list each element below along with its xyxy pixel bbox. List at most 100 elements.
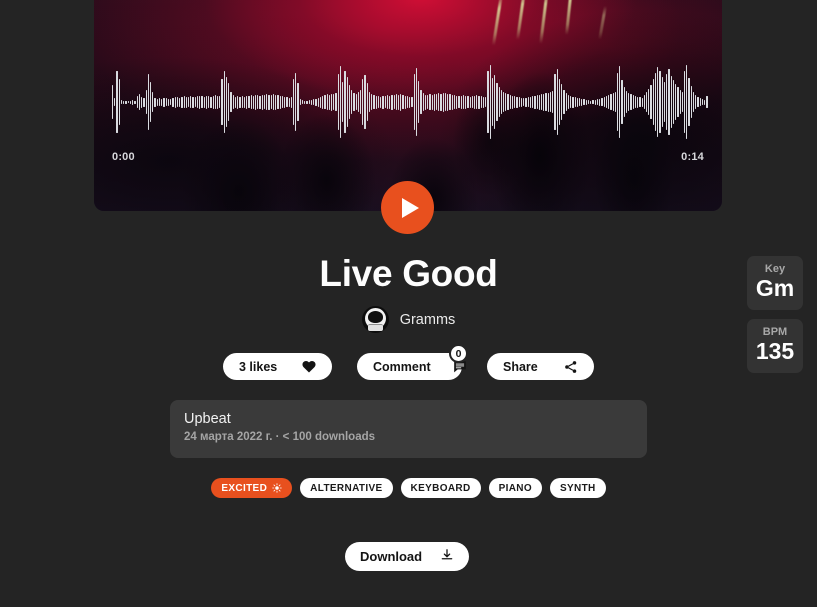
- waveform-bar: [170, 99, 172, 105]
- like-button[interactable]: 3 likes: [223, 353, 332, 380]
- waveform-bar: [190, 96, 192, 108]
- waveform-bar: [328, 94, 330, 110]
- waveform-bar: [616, 73, 619, 131]
- tag-keyboard[interactable]: KEYBOARD: [400, 478, 481, 498]
- waveform-bar: [637, 96, 639, 108]
- waveform-bar: [239, 96, 241, 108]
- tag-piano[interactable]: PIANO: [488, 478, 542, 498]
- waveform-bar: [610, 94, 612, 110]
- waveform-bar: [507, 94, 509, 110]
- waveform-bar: [619, 66, 621, 138]
- waveform-bar: [453, 95, 456, 109]
- waveform-bar: [534, 95, 536, 109]
- waveform-bar: [368, 92, 371, 112]
- waveform-bar: [630, 94, 632, 110]
- waveform-bar: [692, 92, 695, 112]
- waveform-bar: [313, 99, 315, 105]
- waveform-bar: [362, 79, 364, 125]
- waveform-bar: [364, 75, 366, 129]
- waveform-bar: [623, 87, 625, 117]
- waveform-bar: [581, 98, 583, 106]
- waveform-bar: [688, 78, 690, 126]
- tag-excited[interactable]: EXCITED: [211, 478, 293, 498]
- waveform-bar: [348, 85, 351, 119]
- waveform-bar: [654, 73, 657, 131]
- waveform-bar: [324, 95, 326, 109]
- waveform-bar: [174, 96, 176, 108]
- waveform-bar: [603, 97, 605, 107]
- waveform-bar: [471, 96, 473, 108]
- share-button[interactable]: Share: [487, 353, 594, 380]
- waveform-bar: [675, 84, 677, 120]
- waveform-bar: [578, 98, 581, 106]
- release-and-downloads-label: 24 марта 2022 г. · < 100 downloads: [184, 431, 376, 443]
- waveform-bar: [543, 93, 545, 111]
- download-button[interactable]: Download: [345, 542, 469, 571]
- waveform-bar: [516, 96, 518, 108]
- waveform-bar: [136, 96, 138, 108]
- share-icon: [564, 360, 578, 374]
- waveform-bar: [261, 94, 263, 110]
- waveform-bar: [614, 92, 616, 112]
- waveform-bar: [400, 93, 402, 111]
- waveform-bar: [284, 96, 286, 108]
- waveform-bar: [480, 96, 482, 108]
- waveform-bar: [489, 65, 491, 139]
- waveform-bar: [476, 95, 478, 109]
- waveform-bar: [435, 94, 438, 110]
- waveform-bar: [145, 90, 147, 114]
- waveform-bar: [250, 95, 252, 109]
- tag-alternative[interactable]: ALTERNATIVE: [300, 478, 393, 498]
- waveform-bar: [433, 93, 435, 111]
- waveform-bar: [498, 87, 500, 117]
- waveform-bar: [402, 95, 404, 109]
- waveform-bar: [704, 99, 706, 105]
- waveform-bar: [478, 95, 480, 109]
- waveform-bar: [411, 97, 413, 107]
- audio-waveform[interactable]: [112, 56, 708, 148]
- waveform-bar: [706, 96, 708, 108]
- waveform-bar: [697, 97, 699, 107]
- waveform-bar: [646, 92, 648, 112]
- tag-label: PIANO: [498, 482, 532, 494]
- tag-synth[interactable]: SYNTH: [549, 478, 606, 498]
- share-button-label: Share: [503, 359, 538, 374]
- comment-button[interactable]: Comment 0: [357, 344, 468, 380]
- waveform-bar: [310, 99, 313, 105]
- waveform-bar: [252, 95, 254, 109]
- artist-row[interactable]: Gramms: [0, 306, 817, 333]
- waveform-bar: [514, 96, 516, 108]
- audio-player-card[interactable]: 0:00 0:14: [94, 0, 722, 211]
- waveform-bar: [473, 95, 476, 109]
- waveform-bar: [587, 100, 590, 104]
- comment-button-label: Comment: [373, 359, 431, 374]
- waveform-bar: [661, 77, 663, 127]
- waveform-bar: [438, 93, 440, 111]
- waveform-bar: [395, 94, 397, 110]
- waveform-bar: [308, 100, 310, 104]
- waveform-bar: [217, 95, 219, 109]
- waveform-bar: [605, 96, 608, 108]
- track-title: Live Good: [319, 253, 498, 294]
- waveform-bar: [339, 66, 342, 138]
- waveform-bar: [695, 95, 697, 109]
- waveform-bar: [628, 93, 630, 111]
- waveform-bar: [129, 100, 132, 104]
- waveform-bar: [523, 98, 525, 106]
- artist-name[interactable]: Gramms: [400, 312, 456, 328]
- waveform-bar: [639, 97, 641, 107]
- waveform-bar: [491, 78, 494, 126]
- waveform-bar: [583, 99, 585, 105]
- play-button[interactable]: [381, 181, 434, 234]
- waveform-bar: [496, 83, 498, 121]
- waveform-bar: [203, 96, 205, 108]
- tag-label: SYNTH: [559, 482, 596, 494]
- waveform-bar: [545, 93, 547, 111]
- waveform-bar: [243, 96, 246, 108]
- helmet-visor-icon: [367, 311, 383, 323]
- waveform-bar: [621, 80, 623, 124]
- waveform-bar: [663, 82, 666, 122]
- waveform-bar: [149, 82, 152, 122]
- waveform-bar: [449, 94, 451, 110]
- waveform-bar: [505, 93, 507, 111]
